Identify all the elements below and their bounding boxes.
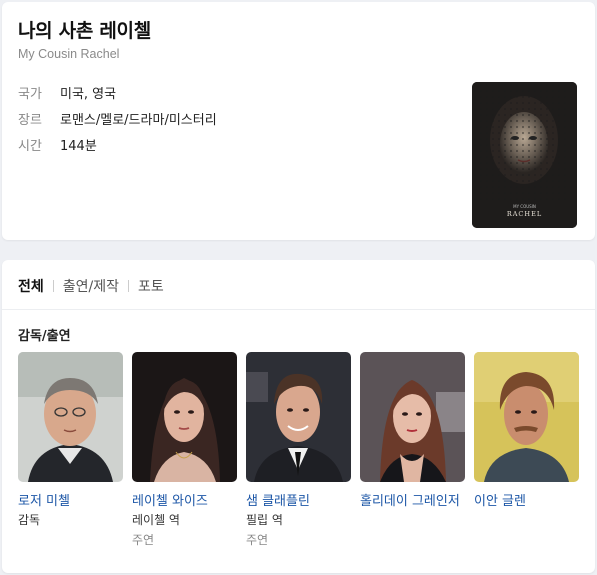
info-value: 로맨스/멜로/드라마/미스터리 [60,113,217,128]
section-title: 감독/출연 [18,329,71,344]
person-photo[interactable] [18,352,123,482]
person-role: 필립 역 [246,513,283,527]
person-card[interactable]: 이안 글렌 [474,352,579,512]
person-photo[interactable] [474,352,579,482]
person-role: 감독 [18,513,41,527]
tab-separator [52,280,54,292]
tab-bar: 전체 출연/제작 포토 [18,276,164,296]
info-value: 미국, 영국 [60,87,117,102]
cast-card: 전체 출연/제작 포토 감독/출연 로저 미첼 감독 레이첼 와이즈 레이첼 역… [2,260,595,573]
tab-all[interactable]: 전체 [18,276,44,296]
movie-original-title: My Cousin Rachel [18,47,120,61]
person-photo[interactable] [360,352,465,482]
person-name[interactable]: 로저 미첼 [18,490,123,509]
person-name[interactable]: 홀리데이 그레인저 [360,490,465,509]
tab-cast-crew[interactable]: 출연/제작 [63,276,119,296]
person-photo[interactable] [246,352,351,482]
movie-poster[interactable]: MY COUSIN RACHEL [472,82,577,228]
person-card[interactable]: 로저 미첼 감독 [18,352,123,531]
tab-photo[interactable]: 포토 [138,276,164,296]
person-type: 주연 [246,533,269,547]
divider [2,309,595,310]
poster-title-text: RACHEL [507,210,542,218]
person-name[interactable]: 샘 클래플린 [246,490,351,509]
tab-separator [128,280,130,292]
movie-info-card: 나의 사촌 레이첼 My Cousin Rachel 국가 미국, 영국 장르 … [2,2,595,240]
info-label: 장르 [18,113,42,128]
info-label: 국가 [18,87,42,102]
person-type: 주연 [132,533,155,547]
person-name[interactable]: 이안 글렌 [474,490,579,509]
person-card[interactable]: 레이첼 와이즈 레이첼 역 주연 [132,352,237,548]
movie-title: 나의 사촌 레이첼 [18,20,151,42]
info-row-genre: 장르 로맨스/멜로/드라마/미스터리 [18,109,217,128]
person-card[interactable]: 홀리데이 그레인저 [360,352,465,512]
poster-small-text: MY COUSIN [513,204,536,209]
info-label: 시간 [18,139,42,154]
person-role: 레이첼 역 [132,513,180,527]
info-value: 144분 [60,139,97,154]
person-name[interactable]: 레이첼 와이즈 [132,490,237,509]
info-row-runtime: 시간 144분 [18,135,97,154]
person-photo[interactable] [132,352,237,482]
info-row-country: 국가 미국, 영국 [18,83,116,102]
person-card[interactable]: 샘 클래플린 필립 역 주연 [246,352,351,548]
